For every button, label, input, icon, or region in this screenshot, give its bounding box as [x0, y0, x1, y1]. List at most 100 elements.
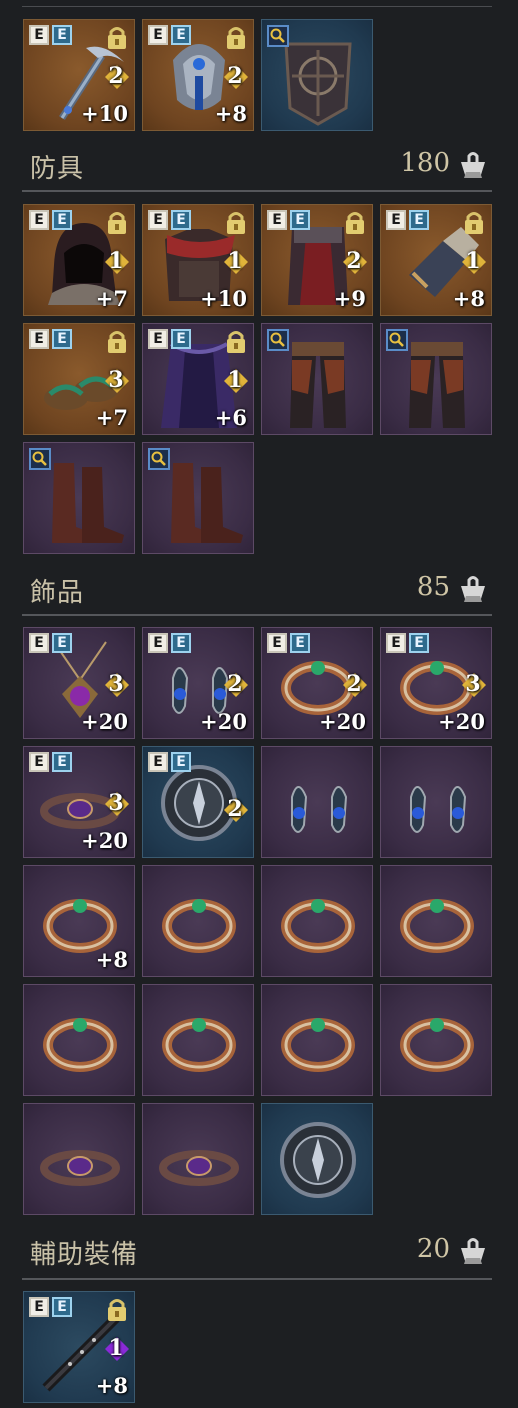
lock-icon [227, 331, 245, 353]
enhance-badge: E [171, 752, 191, 772]
lock-icon [108, 1299, 126, 1321]
accessories-divider [22, 614, 492, 616]
tier-number: 2 [227, 63, 243, 89]
upgrade-level: +8 [95, 1373, 128, 1398]
item-slot[interactable] [380, 323, 492, 435]
enhance-badge: E [409, 633, 429, 653]
weight-icon [461, 1238, 485, 1264]
item-slot[interactable]: E E 1 +8 [23, 1291, 135, 1403]
equip-badge: E [29, 752, 49, 772]
tier-number: 1 [108, 1335, 124, 1361]
item-slot[interactable]: E E 3 +20 [23, 627, 135, 739]
item-slot[interactable]: E E 2 +8 [142, 19, 254, 131]
lock-icon [108, 27, 126, 49]
tier-number: 3 [108, 790, 124, 816]
upgrade-level: +8 [214, 101, 247, 126]
enhance-badge: E [409, 210, 429, 230]
item-slot[interactable]: +8 [23, 865, 135, 977]
accessories-weight-count: 85 [416, 572, 450, 602]
tier-number: 3 [108, 367, 124, 393]
earrings-icon [291, 786, 348, 833]
item-slot[interactable] [261, 323, 373, 435]
enhance-badge: E [171, 329, 191, 349]
equip-badge: E [148, 633, 168, 653]
lock-icon [108, 331, 126, 353]
equip-badge: E [29, 210, 49, 230]
ring-icon [162, 1018, 236, 1072]
top-divider [22, 6, 492, 7]
emblem-icon [280, 1122, 356, 1198]
equip-badge: E [29, 329, 49, 349]
item-slot[interactable] [380, 746, 492, 858]
earrings-icon [410, 786, 467, 833]
item-slot[interactable] [380, 984, 492, 1096]
item-slot[interactable] [142, 984, 254, 1096]
tier-number: 2 [108, 63, 124, 89]
enhance-badge: E [52, 25, 72, 45]
item-slot[interactable] [23, 984, 135, 1096]
auxiliary-divider [22, 1278, 492, 1280]
item-slot[interactable]: E E 3 +20 [23, 746, 135, 858]
armor-section-title: 防具 [30, 154, 85, 184]
upgrade-level: +9 [333, 286, 366, 311]
item-slot[interactable]: E E 1 +10 [142, 204, 254, 316]
upgrade-level: +20 [81, 709, 128, 734]
tier-number: 2 [346, 248, 362, 274]
equip-badge: E [29, 1297, 49, 1317]
enhance-badge: E [52, 329, 72, 349]
ring-icon [281, 1018, 355, 1072]
equip-badge: E [29, 25, 49, 45]
item-slot[interactable]: E E 2 +20 [142, 627, 254, 739]
tier-number: 3 [465, 671, 481, 697]
item-slot[interactable]: E E 2 +20 [261, 627, 373, 739]
enhance-badge: E [52, 752, 72, 772]
item-slot[interactable]: E E 1 +7 [23, 204, 135, 316]
lock-icon [465, 212, 483, 234]
item-slot[interactable] [142, 1103, 254, 1215]
item-slot[interactable]: E E 2 +9 [261, 204, 373, 316]
item-slot[interactable] [380, 865, 492, 977]
inspect-icon [29, 448, 51, 470]
weight-icon [461, 152, 485, 178]
equip-badge: E [29, 633, 49, 653]
item-slot[interactable] [261, 984, 373, 1096]
tier-number: 1 [227, 367, 243, 393]
item-slot[interactable] [142, 865, 254, 977]
enhance-badge: E [290, 633, 310, 653]
upgrade-level: +20 [200, 709, 247, 734]
inventory-panel: 防具 180 飾品 85 輔助裝備 20 E E 2 +10 E E 2 +8 E E 1 +7 E E 1… [0, 0, 518, 1408]
item-slot[interactable]: EE 2 [142, 746, 254, 858]
equip-badge: E [267, 210, 287, 230]
enhance-badge: E [52, 1297, 72, 1317]
inspect-icon [148, 448, 170, 470]
item-slot[interactable]: E E 3 +7 [23, 323, 135, 435]
item-slot[interactable] [261, 19, 373, 131]
equip-badge: E [148, 329, 168, 349]
ring-icon [281, 899, 355, 953]
weight-icon [461, 576, 485, 602]
item-slot[interactable]: E E 3 +20 [380, 627, 492, 739]
item-slot[interactable]: E E 2 +10 [23, 19, 135, 131]
item-slot[interactable] [261, 746, 373, 858]
upgrade-level: +7 [95, 286, 128, 311]
tier-number: 1 [227, 248, 243, 274]
enhance-badge: E [52, 210, 72, 230]
upgrade-level: +20 [319, 709, 366, 734]
inspect-icon [267, 329, 289, 351]
upgrade-level: +8 [452, 286, 485, 311]
ring-icon [400, 899, 474, 953]
item-slot[interactable] [261, 1103, 373, 1215]
upgrade-level: +7 [95, 405, 128, 430]
item-slot[interactable] [142, 442, 254, 554]
item-slot[interactable] [261, 865, 373, 977]
item-slot[interactable]: E E 1 +8 [380, 204, 492, 316]
upgrade-level: +20 [438, 709, 485, 734]
tier-number: 1 [465, 248, 481, 274]
item-slot[interactable]: E E 1 +6 [142, 323, 254, 435]
item-slot[interactable] [23, 442, 135, 554]
equip-badge: E [267, 633, 287, 653]
auxiliary-weight-count: 20 [416, 1234, 450, 1264]
inspect-icon [267, 25, 289, 47]
tier-number: 3 [108, 671, 124, 697]
item-slot[interactable] [23, 1103, 135, 1215]
